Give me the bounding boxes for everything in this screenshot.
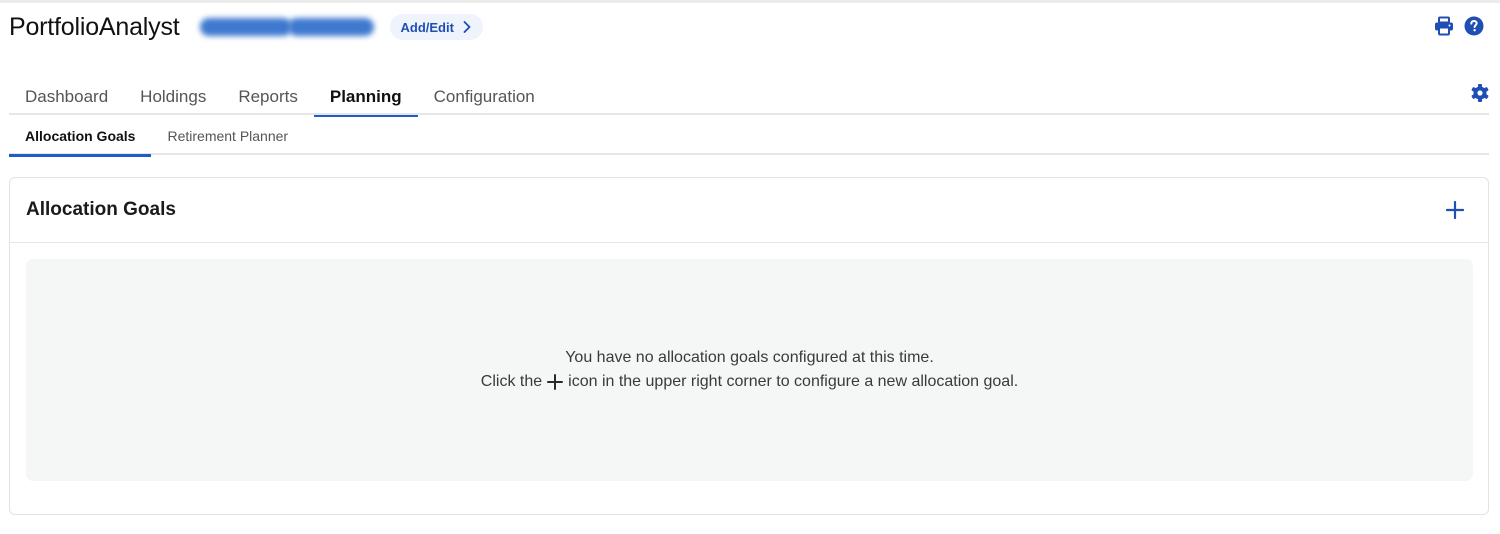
tab-planning[interactable]: Planning	[313, 80, 418, 117]
add-allocation-goal-button[interactable]	[1444, 199, 1466, 221]
plus-icon	[547, 374, 564, 390]
top-border	[0, 0, 1500, 3]
subtab-allocation-goals[interactable]: Allocation Goals	[9, 117, 152, 157]
tab-dashboard[interactable]: Dashboard	[9, 80, 124, 115]
subtab-retirement-planner[interactable]: Retirement Planner	[151, 117, 304, 155]
print-icon	[1435, 16, 1453, 36]
empty-state: You have no allocation goals configured …	[26, 259, 1473, 481]
app-header: PortfolioAnalyst Add/Edit	[9, 10, 483, 44]
tab-reports[interactable]: Reports	[222, 80, 314, 115]
sub-navigation: Allocation Goals Retirement Planner	[9, 117, 1489, 157]
plus-icon	[1446, 201, 1464, 219]
header-actions	[1434, 16, 1484, 36]
account-selector[interactable]	[194, 12, 380, 42]
tab-configuration[interactable]: Configuration	[418, 80, 551, 115]
add-edit-label: Add/Edit	[400, 19, 454, 35]
print-button[interactable]	[1434, 16, 1454, 36]
tab-holdings[interactable]: Holdings	[124, 80, 222, 115]
allocation-goals-card: Allocation Goals You have no allocation …	[9, 177, 1489, 515]
app-title: PortfolioAnalyst	[9, 12, 180, 41]
main-navigation: Dashboard Holdings Reports Planning Conf…	[9, 80, 1489, 117]
help-circle-icon	[1464, 16, 1484, 36]
empty-message-line2: Click the icon in the upper right corner…	[480, 373, 1019, 390]
card-header: Allocation Goals	[10, 178, 1488, 243]
chevron-right-icon	[463, 21, 471, 33]
help-button[interactable]	[1464, 16, 1484, 36]
card-title: Allocation Goals	[26, 199, 176, 220]
add-edit-button[interactable]: Add/Edit	[389, 14, 483, 40]
empty-message-line1: You have no allocation goals configured …	[565, 349, 934, 366]
